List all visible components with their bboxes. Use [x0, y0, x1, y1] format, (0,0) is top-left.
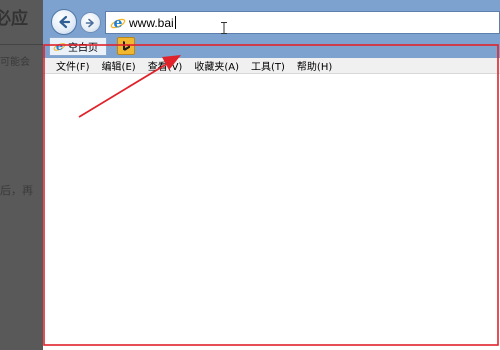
svg-text:e: e — [56, 40, 63, 53]
address-bar[interactable]: e www.bai — [105, 11, 500, 34]
tab-label: 空白页 — [68, 43, 98, 54]
svg-text:e: e — [114, 15, 123, 31]
ibeam-cursor-icon — [221, 22, 227, 34]
background-divider — [0, 44, 44, 45]
forward-arrow-icon — [85, 18, 94, 27]
menu-help[interactable]: 帮助(H) — [297, 58, 332, 73]
browser-titlebar: e www.bai e 空白页 — [43, 0, 500, 58]
ie-icon: e — [53, 40, 66, 53]
bing-icon — [123, 41, 130, 51]
menu-edit[interactable]: 编辑(E) — [102, 58, 136, 73]
back-button[interactable] — [51, 9, 77, 35]
new-tab-button[interactable] — [117, 37, 135, 55]
background-text-fragment: 可能会 — [0, 57, 30, 68]
menu-view[interactable]: 查看(V) — [148, 58, 183, 73]
page-content — [43, 75, 500, 350]
menu-file[interactable]: 文件(F) — [56, 58, 90, 73]
text-caret — [174, 16, 176, 29]
background-title-fragment: 必应 — [0, 9, 28, 29]
forward-button[interactable] — [80, 12, 101, 33]
back-arrow-icon — [59, 15, 71, 29]
menu-bar: 文件(F) 编辑(E) 查看(V) 收藏夹(A) 工具(T) 帮助(H) — [43, 58, 500, 74]
menu-favorites[interactable]: 收藏夹(A) — [194, 58, 239, 73]
background-text-fragment: 后，再 — [0, 184, 33, 197]
address-input[interactable]: www.bai — [129, 16, 174, 30]
tab-bar: e 空白页 — [43, 36, 500, 58]
browser-window: e www.bai e 空白页 文件(F) 编辑(E) 查看(V) 收藏夹(A)… — [43, 0, 500, 350]
tab-blank-page[interactable]: e 空白页 — [49, 37, 107, 56]
ie-icon: e — [110, 15, 126, 31]
menu-tools[interactable]: 工具(T) — [251, 58, 285, 73]
